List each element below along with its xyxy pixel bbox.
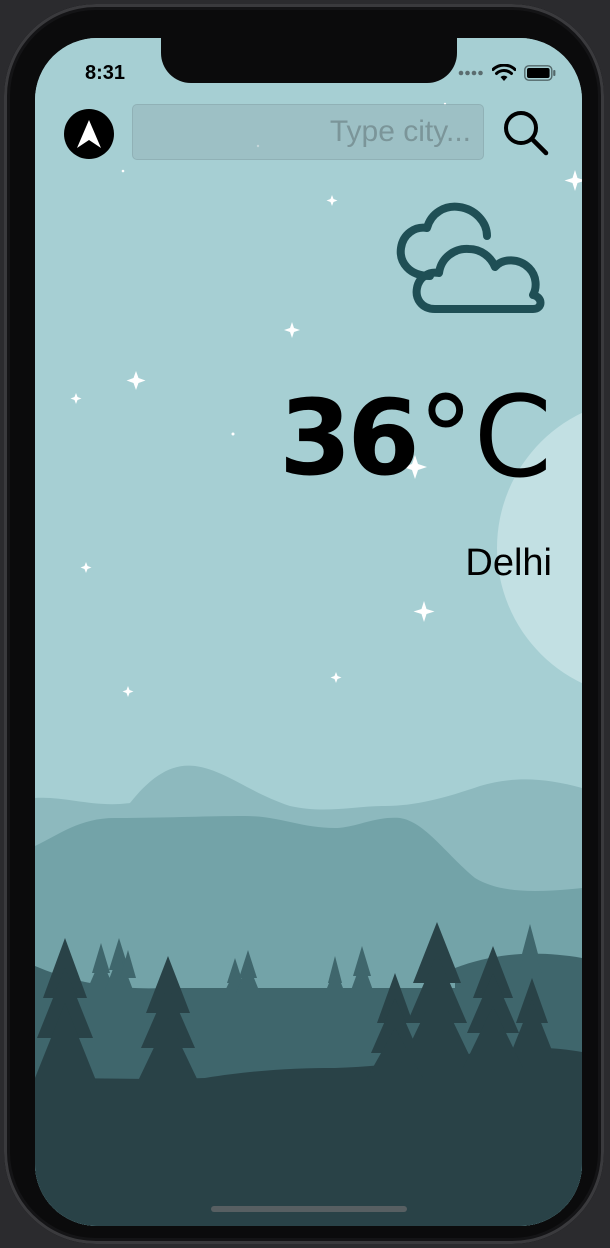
signal-dots-icon <box>458 70 483 76</box>
temperature-display: 36 °C <box>279 378 552 498</box>
city-search-input[interactable] <box>132 104 484 160</box>
search-button[interactable] <box>501 108 551 158</box>
magnifier-icon <box>504 111 549 156</box>
home-indicator[interactable] <box>211 1206 407 1212</box>
wifi-icon <box>492 64 516 81</box>
clouds-icon <box>396 202 545 313</box>
temperature-unit: °C <box>417 373 552 503</box>
navigation-arrow-icon <box>77 120 101 148</box>
temperature-value: 36 <box>279 377 420 499</box>
city-name: Delhi <box>465 542 552 584</box>
location-button[interactable] <box>64 109 114 159</box>
status-time: 8:31 <box>85 62 126 84</box>
phone-frame: 8:31 Type city... 36 °C Delhi <box>4 4 604 1244</box>
device-notch <box>161 38 457 83</box>
app-screen: 8:31 Type city... 36 °C Delhi <box>35 38 582 1226</box>
status-icons <box>458 64 556 82</box>
search-bar <box>35 104 582 162</box>
battery-icon <box>524 65 556 81</box>
